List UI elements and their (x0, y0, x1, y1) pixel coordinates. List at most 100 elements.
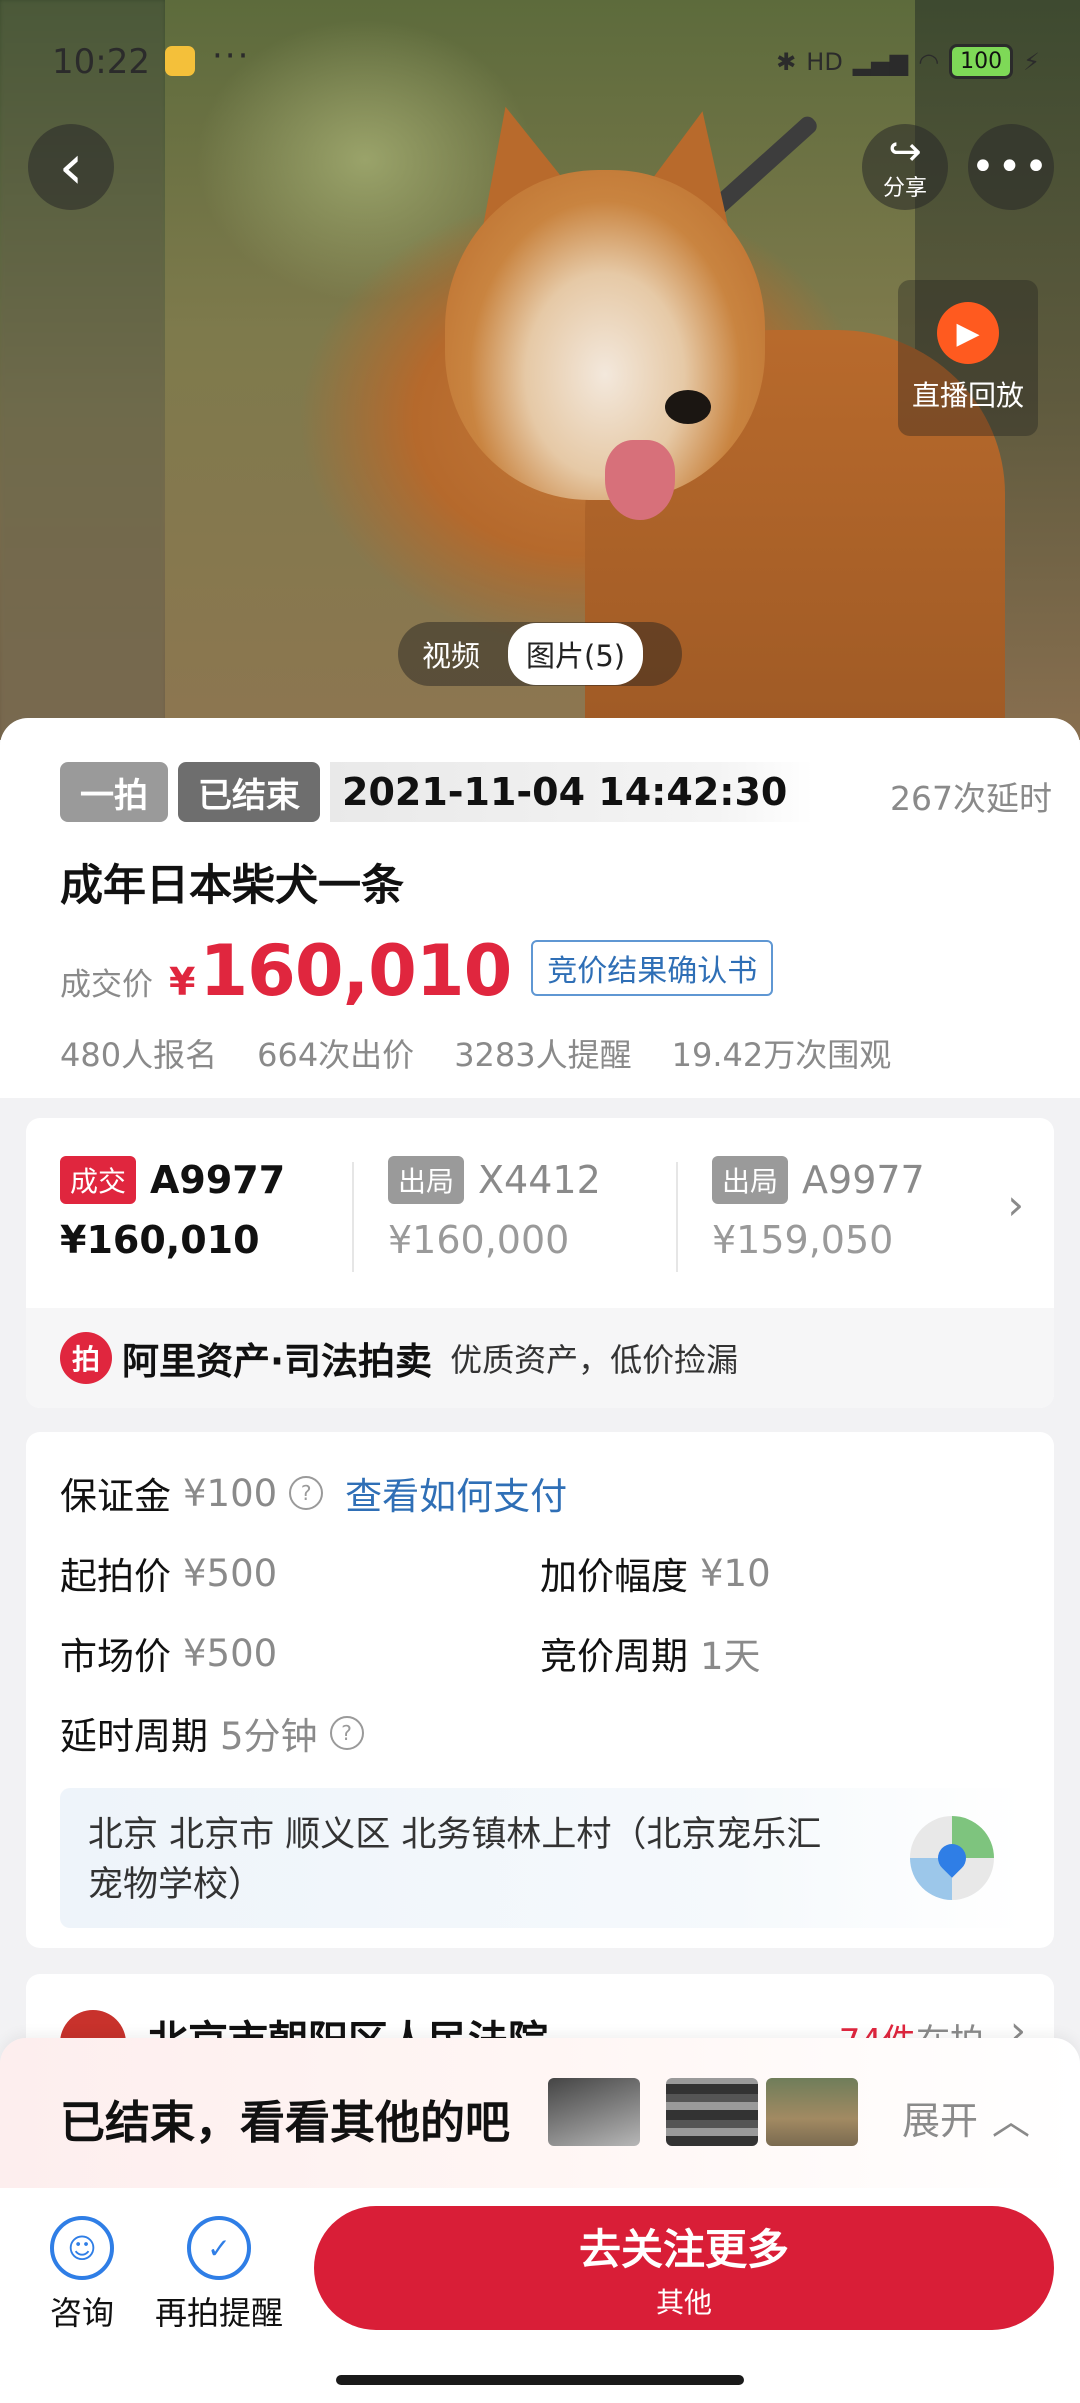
dog-tongue (605, 440, 675, 520)
auction-type-tag: 一拍 (60, 762, 168, 822)
delay-cycle-row: 延时周期 5分钟 ? (60, 1706, 364, 1760)
deposit-value: ¥100 (183, 1471, 278, 1515)
live-replay-label: 直播回放 (911, 379, 1024, 412)
share-icon: ↪ (888, 129, 922, 175)
home-indicator[interactable] (336, 2375, 744, 2385)
recommend-thumbnail[interactable] (766, 2078, 858, 2146)
address-text: 北京 北京市 顺义区 北务镇林上村（北京宠乐汇宠物学校） (88, 1815, 822, 1905)
network-label: HD (806, 47, 843, 76)
bid-badge: 出局 (388, 1156, 465, 1204)
status-dots: ··· (212, 36, 251, 76)
signal-icon: ▂▄▆ (852, 47, 909, 76)
divider (352, 1162, 354, 1272)
bid-price: ¥159,050 (712, 1218, 894, 1262)
status-time: 10:22 (52, 42, 150, 82)
final-price: 160,010 (199, 930, 512, 1012)
bid-user: X4412 (478, 1158, 601, 1202)
price-row: 成交价 ¥ 160,010 竞价结果确认书 (60, 930, 774, 1012)
ended-text: 已结束，看看其他的吧 (60, 2096, 511, 2149)
bid-record: 出局 X4412 ¥160,000 (388, 1156, 601, 1262)
increment-row: 加价幅度 ¥10 (540, 1546, 771, 1600)
chevron-right-icon[interactable]: › (1007, 1180, 1024, 1229)
bid-price: ¥160,010 (60, 1218, 260, 1262)
address-box[interactable]: 北京 北京市 顺义区 北务镇林上村（北京宠乐汇宠物学校） (60, 1788, 1024, 1928)
hero-media[interactable]: 10:22 ··· ✱ HD ▂▄▆ ◠ 100 ⚡ ‹ ↪ 分享 ••• ▶ … (0, 0, 1080, 740)
bid-record-winner: 成交 A9977 ¥160,010 (60, 1156, 285, 1262)
recommend-thumbnail[interactable] (548, 2078, 640, 2146)
currency-symbol: ¥ (169, 960, 196, 1004)
delay-cycle-label: 延时周期 (60, 1715, 208, 1758)
market-price-value: ¥500 (183, 1631, 278, 1675)
auction-details-card: 保证金 ¥100 ? 查看如何支付 起拍价 ¥500 加价幅度 ¥10 市场价 … (26, 1432, 1054, 1948)
market-price-label: 市场价 (60, 1635, 171, 1678)
price-label: 成交价 (60, 967, 153, 1003)
charging-icon: ⚡ (1023, 47, 1040, 76)
delay-count: 267次延时 (890, 779, 1052, 818)
play-icon: ▶ (937, 302, 999, 364)
bid-user: A9977 (150, 1158, 286, 1202)
help-icon[interactable]: ? (329, 1716, 364, 1750)
more-icon: ••• (971, 144, 1051, 190)
remind-label: 再拍提醒 (155, 2294, 284, 2332)
stat-views: 19.42万次围观 (671, 1036, 892, 1074)
battery-icon: 100 (949, 44, 1014, 79)
ali-slogan: 优质资产，低价捡漏 (450, 1341, 739, 1379)
bid-record: 出局 A9977 ¥159,050 (712, 1156, 925, 1262)
bid-badge: 成交 (60, 1156, 137, 1204)
chevron-left-icon: ‹ (58, 130, 84, 203)
share-button[interactable]: ↪ 分享 (862, 124, 948, 210)
follow-more-button[interactable]: 去关注更多 其他 (314, 2206, 1054, 2330)
dog-nose (665, 390, 711, 424)
ended-recommend-panel: 已结束，看看其他的吧 展开 ︿ (0, 2038, 1080, 2188)
share-label: 分享 (882, 176, 927, 201)
bottom-action-bar: ☺ 咨询 ✓ 再拍提醒 去关注更多 其他 (0, 2188, 1080, 2403)
start-price-value: ¥500 (183, 1551, 278, 1595)
end-time: 2021-11-04 14:42:30 (330, 762, 814, 822)
cycle-value: 1天 (700, 1635, 761, 1678)
wifi-icon: ◠ (918, 47, 940, 76)
auction-status-tag: 已结束 (178, 762, 320, 822)
cycle-row: 竞价周期 1天 (540, 1626, 761, 1680)
live-replay-button[interactable]: ▶ 直播回放 (898, 280, 1038, 436)
tab-video[interactable]: 视频 (404, 623, 498, 685)
media-switch: 视频 图片(5) (398, 622, 682, 686)
ali-auction-logo: 拍 (60, 1332, 112, 1384)
recommend-thumbnail[interactable] (666, 2078, 758, 2146)
start-price-label: 起拍价 (60, 1555, 171, 1598)
increment-label: 加价幅度 (540, 1555, 688, 1598)
bid-price: ¥160,000 (388, 1218, 570, 1262)
remind-button[interactable]: ✓ 再拍提醒 (155, 2216, 283, 2334)
bid-badge: 出局 (712, 1156, 789, 1204)
help-icon[interactable]: ? (289, 1476, 324, 1510)
cycle-label: 竞价周期 (540, 1635, 688, 1678)
ali-auction-banner[interactable]: 拍 阿里资产·司法拍卖 优质资产，低价捡漏 (26, 1308, 1054, 1408)
dog-head (445, 170, 765, 500)
stat-bids: 664次出价 (257, 1036, 415, 1074)
consult-button[interactable]: ☺ 咨询 (50, 2216, 114, 2334)
payment-guide-link[interactable]: 查看如何支付 (345, 1466, 567, 1520)
tab-images[interactable]: 图片(5) (508, 623, 644, 685)
more-button[interactable]: ••• (968, 124, 1054, 210)
back-button[interactable]: ‹ (28, 124, 114, 210)
deposit-row: 保证金 ¥100 ? 查看如何支付 (60, 1466, 567, 1520)
expand-button[interactable]: 展开 ︿ (902, 2090, 1030, 2145)
follow-sub-label: 其他 (655, 2285, 712, 2319)
stats-row: 480人报名 664次出价 3283人提醒 19.42万次围观 (60, 1030, 891, 1076)
bid-records-card[interactable]: 成交 A9977 ¥160,010 出局 X4412 ¥160,000 出局 A… (26, 1118, 1054, 1408)
expand-label: 展开 (902, 2099, 979, 2143)
follow-main-label: 去关注更多 (578, 2224, 789, 2274)
ali-brand-name: 阿里资产·司法拍卖 (122, 1340, 433, 1383)
confirm-document-link[interactable]: 竞价结果确认书 (531, 940, 774, 996)
divider (676, 1162, 678, 1272)
start-price-row: 起拍价 ¥500 (60, 1546, 277, 1600)
notification-icon (165, 46, 195, 76)
bid-user: A9977 (802, 1158, 925, 1202)
consult-label: 咨询 (50, 2294, 115, 2332)
stat-reminders: 3283人提醒 (454, 1036, 632, 1074)
alarm-clock-icon: ✓ (187, 2216, 251, 2280)
map-pin-icon[interactable] (910, 1816, 994, 1900)
item-title: 成年日本柴犬一条 (60, 861, 404, 911)
headset-icon: ☺ (50, 2216, 114, 2280)
tag-row: 一拍 已结束 2021-11-04 14:42:30 (60, 760, 814, 824)
stat-signups: 480人报名 (60, 1036, 218, 1074)
